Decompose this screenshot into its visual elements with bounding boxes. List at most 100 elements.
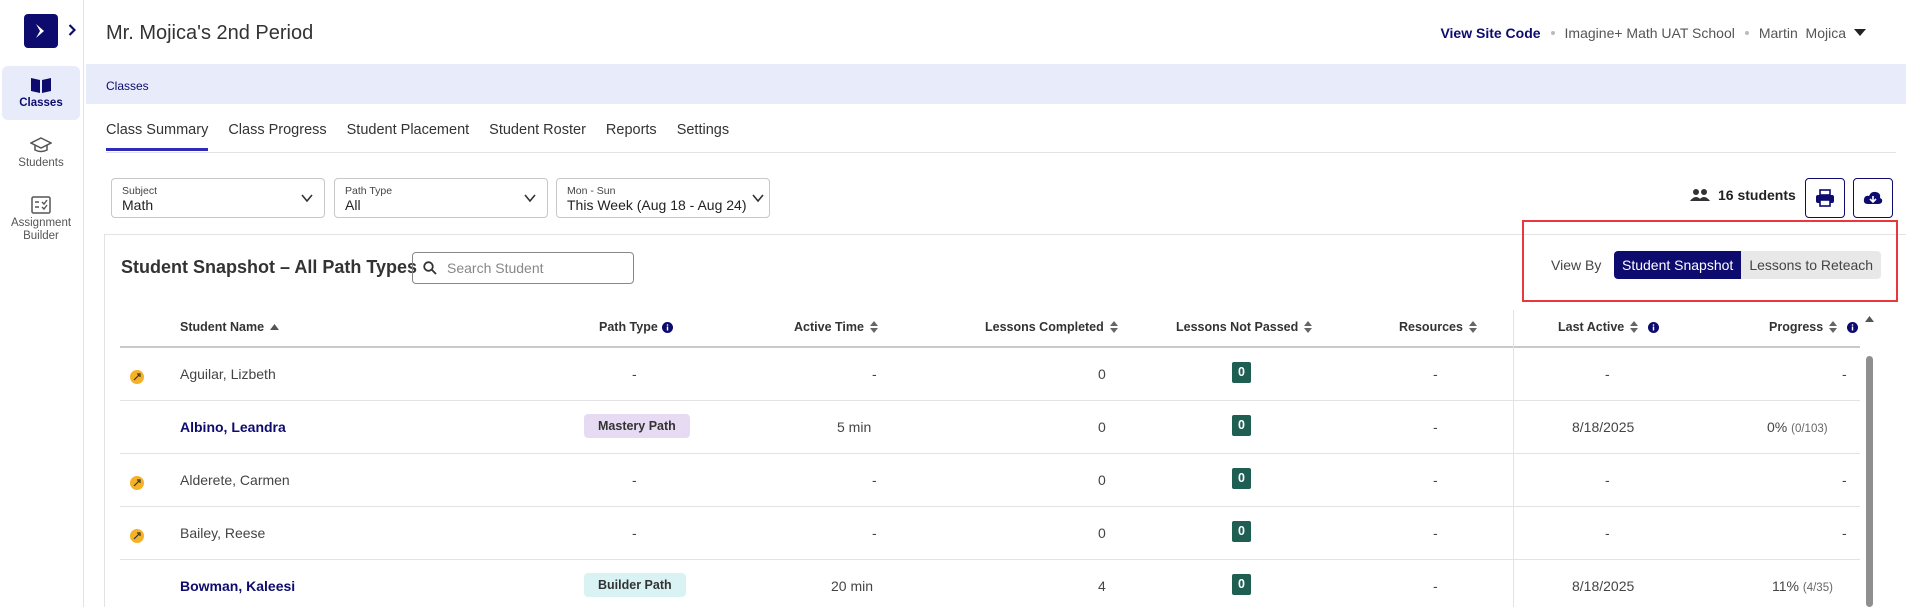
- lessons-to-reteach-option[interactable]: Lessons to Reteach: [1741, 251, 1882, 279]
- tab-settings[interactable]: Settings: [677, 122, 729, 151]
- sort-icon: [1468, 321, 1477, 333]
- chevron-right-icon[interactable]: [66, 21, 78, 39]
- breadcrumb-bar: Classes: [86, 64, 1906, 104]
- lessons-not-passed-badge: 0: [1232, 362, 1251, 383]
- chevron-down-icon: [524, 194, 536, 203]
- table-scrollbar[interactable]: [1864, 316, 1874, 607]
- tabs-divider: [106, 152, 1896, 153]
- column-label: Lessons Not Passed: [1176, 320, 1299, 334]
- tab-student-roster[interactable]: Student Roster: [489, 122, 586, 151]
- progress-detail: (0/103): [1791, 423, 1828, 435]
- scroll-up-icon[interactable]: [1865, 316, 1874, 322]
- student-name-link[interactable]: Albino, Leandra: [180, 419, 286, 435]
- user-menu[interactable]: Martin Mojica: [1759, 25, 1846, 41]
- sidebar-item-students[interactable]: Students: [2, 136, 80, 176]
- subject-select[interactable]: Subject Math: [111, 178, 325, 218]
- sort-icon: [1630, 321, 1639, 333]
- column-label: Resources: [1399, 320, 1463, 334]
- resources-cell: -: [1433, 472, 1438, 488]
- active-time-cell: 20 min: [831, 578, 874, 594]
- separator-dot: [1744, 31, 1749, 35]
- snapshot-title: Student Snapshot – All Path Types: [121, 257, 418, 277]
- column-progress[interactable]: Progress: [1769, 320, 1859, 334]
- tab-class-summary[interactable]: Class Summary: [106, 122, 209, 151]
- sidebar-item-label: Students: [18, 157, 64, 169]
- view-by-toggle: Student Snapshot Lessons to Reteach: [1614, 251, 1882, 279]
- sidebar-item-label: Classes: [19, 97, 63, 109]
- tab-reports[interactable]: Reports: [606, 122, 657, 151]
- scrollbar-thumb[interactable]: [1866, 356, 1873, 607]
- graduation-cap-icon: [30, 137, 52, 153]
- tab-class-progress[interactable]: Class Progress: [228, 122, 326, 151]
- alert-flag-icon[interactable]: [130, 529, 144, 543]
- column-last-active[interactable]: Last Active: [1558, 320, 1660, 334]
- last-active-cell: -: [1605, 472, 1610, 488]
- active-time-cell: 5 min: [837, 419, 872, 435]
- column-label: Progress: [1769, 320, 1824, 334]
- caret-down-icon[interactable]: [1854, 29, 1866, 37]
- sidebar-item-classes[interactable]: Classes: [2, 66, 80, 120]
- student-snapshot-option[interactable]: Student Snapshot: [1614, 251, 1742, 279]
- student-name-link[interactable]: Bowman, Kaleesi: [180, 578, 295, 594]
- path-type-cell: -: [632, 525, 637, 541]
- active-time-cell: -: [872, 366, 877, 382]
- tab-student-placement[interactable]: Student Placement: [347, 122, 470, 151]
- lessons-not-passed-badge: 0: [1232, 415, 1251, 436]
- path-type-select-value: All: [345, 197, 361, 213]
- student-name: Aguilar, Lizbeth: [180, 366, 276, 382]
- view-site-code-link[interactable]: View Site Code: [1440, 25, 1540, 41]
- column-student-name[interactable]: Student Name: [180, 320, 280, 334]
- search-input[interactable]: [447, 260, 617, 276]
- last-active-cell: 8/18/2025: [1572, 419, 1635, 435]
- table-row: Alderete, Carmen - - 0 0 - - -: [120, 454, 1860, 507]
- info-icon[interactable]: [1648, 321, 1660, 333]
- resources-cell: -: [1433, 419, 1438, 435]
- lessons-completed-cell: 0: [1098, 366, 1106, 382]
- table-row: Albino, Leandra Mastery Path 5 min 0 0 -…: [120, 401, 1860, 454]
- printer-icon: [1816, 189, 1834, 207]
- users-icon: [1690, 189, 1710, 201]
- chevron-down-icon: [301, 194, 313, 203]
- last-active-cell: -: [1605, 525, 1610, 541]
- path-type-select[interactable]: Path Type All: [334, 178, 548, 218]
- info-icon[interactable]: [1847, 321, 1859, 333]
- breadcrumb[interactable]: Classes: [106, 79, 149, 93]
- search-student-field[interactable]: [412, 252, 634, 284]
- table-row: Bailey, Reese - - 0 0 - - -: [120, 507, 1860, 560]
- download-button[interactable]: [1853, 178, 1893, 218]
- column-divider: [1513, 310, 1514, 607]
- lessons-not-passed-badge: 0: [1232, 521, 1251, 542]
- view-by-label: View By: [1551, 257, 1602, 273]
- print-button[interactable]: [1805, 178, 1845, 218]
- column-active-time[interactable]: Active Time: [794, 320, 878, 334]
- sidebar: Classes Students Assignment Builder: [0, 0, 84, 607]
- subject-select-value: Math: [122, 197, 154, 213]
- lessons-completed-cell: 0: [1098, 472, 1106, 488]
- resources-cell: -: [1433, 366, 1438, 382]
- alert-flag-icon[interactable]: [130, 476, 144, 490]
- sort-icon: [1109, 321, 1118, 333]
- resources-cell: -: [1433, 578, 1438, 594]
- progress-cell: -: [1842, 525, 1847, 541]
- column-lessons-completed[interactable]: Lessons Completed: [985, 320, 1118, 334]
- subject-select-label: Subject: [122, 185, 158, 197]
- sidebar-item-assignment-builder[interactable]: Assignment Builder: [2, 196, 80, 250]
- book-icon: [31, 78, 51, 93]
- sidebar-item-label: Assignment Builder: [10, 217, 72, 242]
- date-range-select[interactable]: Mon - Sun This Week (Aug 18 - Aug 24): [556, 178, 770, 218]
- path-type-cell: -: [632, 472, 637, 488]
- header-user-bar: View Site Code Imagine+ Math UAT School …: [1440, 25, 1866, 41]
- progress-cell: 11% (4/35): [1772, 578, 1833, 594]
- table-row: Bowman, Kaleesi Builder Path 20 min 4 0 …: [120, 560, 1860, 607]
- column-label: Lessons Completed: [985, 320, 1104, 334]
- alert-flag-icon[interactable]: [130, 370, 144, 384]
- progress-cell: 0% (0/103): [1767, 419, 1828, 435]
- progress-percent: 11%: [1772, 578, 1799, 594]
- student-name: Bailey, Reese: [180, 525, 266, 541]
- cloud-download-icon: [1863, 191, 1883, 204]
- column-resources[interactable]: Resources: [1399, 320, 1477, 334]
- column-label: Path Type: [599, 320, 658, 334]
- app-logo[interactable]: [24, 14, 58, 48]
- column-lessons-not-passed[interactable]: Lessons Not Passed: [1176, 320, 1313, 334]
- info-icon[interactable]: [661, 321, 673, 333]
